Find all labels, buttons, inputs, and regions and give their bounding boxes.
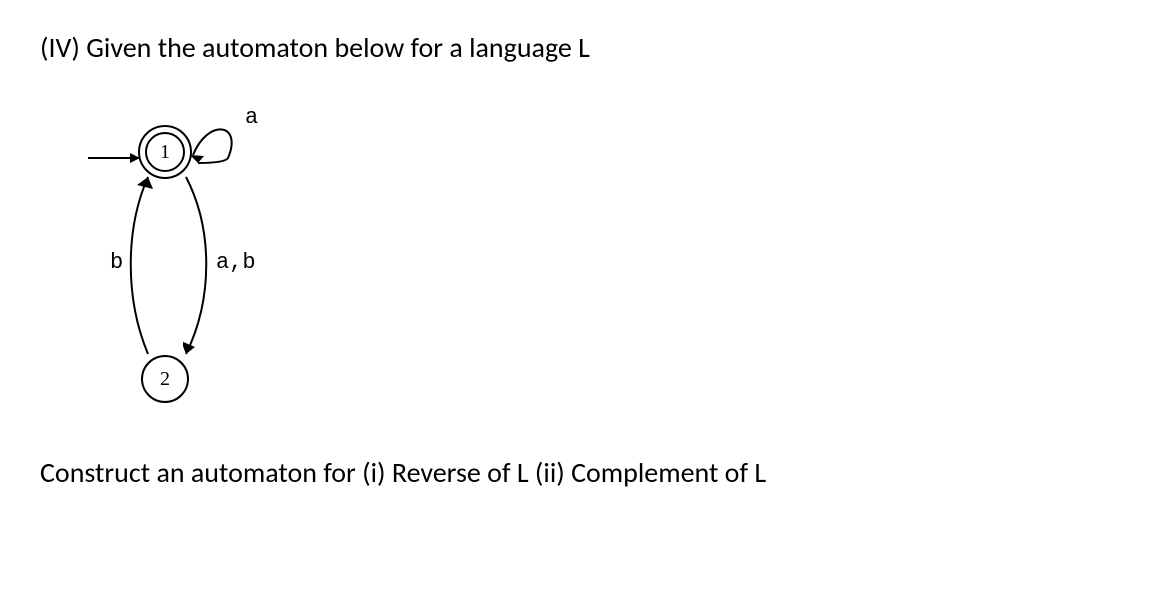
state-2-label: 2: [160, 368, 170, 391]
self-loop-label: a: [245, 105, 258, 130]
self-loop-a-icon: [188, 123, 248, 173]
initial-arrow-icon: [88, 151, 140, 165]
problem-intro: (IV) Given the automaton below for a lan…: [40, 30, 1126, 65]
state-1-label: 1: [160, 141, 170, 164]
state-2: 2: [141, 355, 189, 403]
state-1-inner: 1: [145, 132, 185, 172]
automaton-diagram: 1 a a,b b 2: [70, 105, 370, 425]
edge-2-to-1-icon: [123, 169, 173, 364]
problem-instruction: Construct an automaton for (i) Reverse o…: [40, 455, 1126, 490]
edge-1-to-2-label: a,b: [216, 250, 256, 275]
edge-2-to-1-label: b: [110, 250, 123, 275]
